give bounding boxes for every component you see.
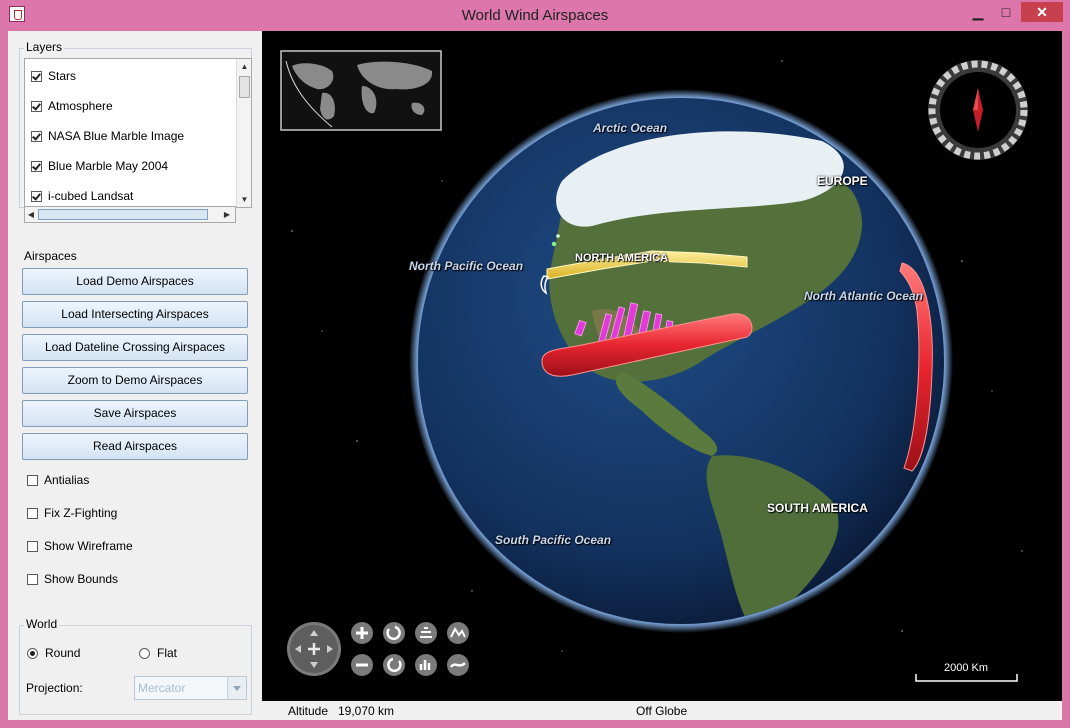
- rotate-right-icon[interactable]: [383, 654, 405, 676]
- scroll-right-icon[interactable]: ▶: [221, 207, 233, 222]
- flat-option[interactable]: Flat: [139, 645, 177, 661]
- layers-vertical-scrollbar[interactable]: ▲ ▼: [236, 59, 251, 207]
- scale-bar: 2000 Km: [915, 662, 1018, 682]
- window-title: World Wind Airspaces: [461, 7, 609, 24]
- option-label: Show Wireframe: [44, 539, 133, 553]
- scroll-left-icon[interactable]: ◀: [25, 207, 37, 222]
- projection-label: Projection:: [26, 681, 83, 695]
- read-airspaces-button[interactable]: Read Airspaces: [22, 433, 248, 460]
- round-label: Round: [45, 646, 81, 660]
- scroll-thumb[interactable]: [38, 209, 208, 220]
- layer-checkbox[interactable]: [31, 100, 42, 112]
- south-pacific-ocean-label: South Pacific Ocean: [495, 533, 611, 547]
- green-airspace-marker[interactable]: [551, 241, 557, 247]
- flat-radio[interactable]: [139, 647, 150, 659]
- world-group: World: [19, 617, 252, 715]
- show-bounds-option[interactable]: Show Bounds: [27, 571, 118, 587]
- projection-select[interactable]: Mercator: [134, 676, 247, 700]
- altitude-value: 19,070 km: [338, 704, 395, 718]
- tilt-up-icon[interactable]: [415, 622, 437, 644]
- compass-icon[interactable]: [928, 60, 1028, 160]
- antialias-option[interactable]: Antialias: [27, 472, 89, 488]
- arctic-ocean-label: Arctic Ocean: [592, 121, 667, 135]
- north-america-label: NORTH AMERICA: [575, 252, 668, 264]
- show-wireframe-option[interactable]: Show Wireframe: [27, 538, 133, 554]
- option-label: Fix Z-Fighting: [44, 506, 118, 520]
- layers-group-title: Layers: [24, 40, 65, 54]
- north-pacific-ocean-label: North Pacific Ocean: [409, 259, 523, 273]
- maximize-button[interactable]: □: [994, 2, 1018, 22]
- vertical-exaggeration-down-icon[interactable]: [447, 654, 469, 676]
- vertical-exaggeration-up-icon[interactable]: [447, 622, 469, 644]
- projection-value: Mercator: [138, 681, 186, 695]
- layer-label: NASA Blue Marble Image: [48, 129, 185, 143]
- layer-label: Atmosphere: [48, 99, 113, 113]
- layers-group: Layers Stars Atmosphere NASA Blue Marble…: [19, 40, 252, 223]
- load-dateline-crossing-airspaces-button[interactable]: Load Dateline Crossing Airspaces: [22, 334, 248, 361]
- world-map-overview[interactable]: [280, 50, 442, 131]
- load-intersecting-airspaces-button[interactable]: Load Intersecting Airspaces: [22, 301, 248, 328]
- layer-label: Blue Marble May 2004: [48, 159, 169, 173]
- layers-list: Stars Atmosphere NASA Blue Marble Image …: [24, 58, 252, 208]
- layer-label: i-cubed Landsat: [48, 189, 134, 203]
- layer-checkbox[interactable]: [31, 130, 42, 142]
- chevron-down-icon[interactable]: [227, 677, 246, 699]
- layer-item-blue-marble-2004[interactable]: Blue Marble May 2004: [31, 157, 168, 175]
- layer-checkbox[interactable]: [31, 160, 42, 172]
- show-wireframe-checkbox[interactable]: [27, 540, 38, 552]
- world-wind-canvas[interactable]: Arctic Ocean EUROPE North Pacific Ocean …: [262, 31, 1062, 701]
- zoom-out-icon[interactable]: [351, 654, 373, 676]
- status-bar: Altitude 19,070 km Off Globe: [262, 701, 1062, 720]
- control-panel: Layers Stars Atmosphere NASA Blue Marble…: [8, 31, 262, 720]
- layer-label: Stars: [48, 69, 77, 83]
- rotate-left-icon[interactable]: [383, 622, 405, 644]
- europe-label: EUROPE: [817, 174, 868, 188]
- south-america-label: SOUTH AMERICA: [767, 501, 868, 515]
- scroll-thumb[interactable]: [239, 76, 250, 98]
- close-button[interactable]: ✕: [1021, 2, 1063, 22]
- title-bar: World Wind Airspaces ▁ □ ✕: [0, 0, 1070, 31]
- layer-checkbox[interactable]: [31, 190, 42, 202]
- layer-item-atmosphere[interactable]: Atmosphere: [31, 97, 113, 115]
- scroll-down-icon[interactable]: ▼: [237, 192, 251, 207]
- airspaces-title: Airspaces: [24, 249, 77, 263]
- layer-item-landsat[interactable]: i-cubed Landsat: [31, 187, 133, 205]
- scale-label: 2000 Km: [944, 662, 988, 674]
- flat-label: Flat: [157, 646, 178, 660]
- altitude-label: Altitude: [288, 704, 329, 718]
- antialias-checkbox[interactable]: [27, 474, 38, 486]
- zoom-in-icon[interactable]: [351, 622, 373, 644]
- layer-item-stars[interactable]: Stars: [31, 67, 76, 85]
- fix-z-fighting-checkbox[interactable]: [27, 507, 38, 519]
- north-atlantic-ocean-label: North Atlantic Ocean: [804, 289, 923, 303]
- green-airspace-marker[interactable]: [556, 234, 560, 238]
- load-demo-airspaces-button[interactable]: Load Demo Airspaces: [22, 268, 248, 295]
- zoom-to-demo-airspaces-button[interactable]: Zoom to Demo Airspaces: [22, 367, 248, 394]
- world-group-title: World: [24, 617, 60, 631]
- show-bounds-checkbox[interactable]: [27, 573, 38, 585]
- round-option[interactable]: Round: [27, 645, 80, 661]
- minimize-button[interactable]: ▁: [966, 2, 990, 22]
- globe-scene[interactable]: Arctic Ocean EUROPE North Pacific Ocean …: [262, 31, 1062, 701]
- round-radio[interactable]: [27, 647, 38, 659]
- window-client: Layers Stars Atmosphere NASA Blue Marble…: [8, 31, 1062, 720]
- scroll-up-icon[interactable]: ▲: [237, 59, 251, 74]
- layers-horizontal-scrollbar[interactable]: ◀ ▶: [24, 206, 236, 223]
- tilt-down-icon[interactable]: [415, 654, 437, 676]
- pan-control-icon[interactable]: [287, 622, 341, 676]
- layer-item-blue-marble-image[interactable]: NASA Blue Marble Image: [31, 127, 184, 145]
- option-label: Show Bounds: [44, 572, 119, 586]
- save-airspaces-button[interactable]: Save Airspaces: [22, 400, 248, 427]
- layer-checkbox[interactable]: [31, 70, 42, 82]
- fix-z-fighting-option[interactable]: Fix Z-Fighting: [27, 505, 117, 521]
- option-label: Antialias: [44, 473, 90, 487]
- cursor-position: Off Globe: [636, 704, 688, 718]
